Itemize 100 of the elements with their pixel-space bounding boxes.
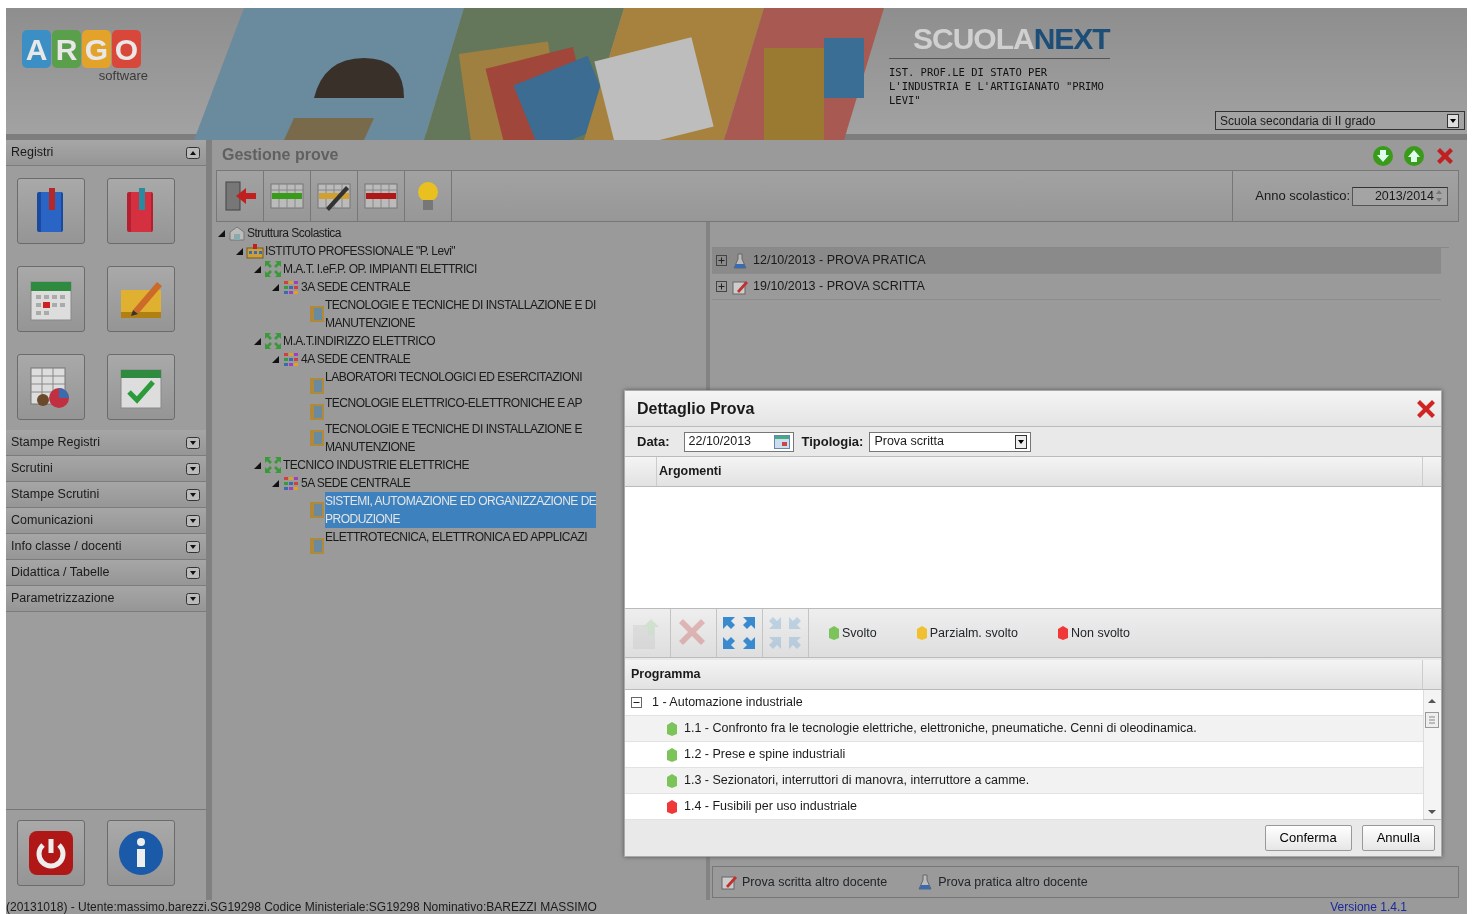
expand-icon[interactable]	[186, 566, 200, 579]
version-label: Versione 1.4.1	[1330, 900, 1407, 914]
program-row[interactable]: 1.4 - Fusibili per uso industriale	[625, 794, 1423, 820]
dialog-button[interactable]: Annulla	[1361, 825, 1435, 851]
legend-button[interactable]: Prova scritta altro docente	[721, 872, 888, 892]
school-type-select[interactable]: Scuola secondaria di II grado	[1215, 111, 1465, 130]
tree-item[interactable]: 5A SEDE CENTRALE	[301, 474, 411, 492]
flask-icon	[732, 252, 748, 269]
column-header: Argomenti	[659, 463, 722, 481]
expand-icon[interactable]	[186, 592, 200, 605]
sidebar-section-header[interactable]: Info classe / docenti	[6, 534, 206, 560]
sidebar-section-header[interactable]: Stampe Registri	[6, 430, 206, 456]
register-button[interactable]	[107, 354, 175, 420]
expand-icon[interactable]	[186, 462, 200, 475]
expanded-triangle-icon[interactable]	[236, 247, 243, 255]
register-button[interactable]	[17, 178, 85, 244]
tree-item[interactable]: TECNICO INDUSTRIE ELETTRICHE	[283, 456, 469, 474]
collapse-icon[interactable]	[186, 146, 200, 159]
spinner-arrows-icon	[1434, 188, 1444, 204]
page-title: Gestione prove	[222, 145, 339, 165]
tree-item[interactable]: ISTITUTO PROFESSIONALE "P. Levi"	[265, 242, 456, 260]
tree-item[interactable]: TECNOLOGIE E TECNICHE DI INSTALLAZIONE E DI MANUTENZIONE	[325, 296, 596, 332]
upload-button[interactable]	[1403, 143, 1426, 167]
binder-icon	[308, 376, 326, 394]
expand-icon[interactable]	[186, 540, 200, 553]
expand-icon[interactable]	[186, 436, 200, 449]
sidebar-section-header[interactable]: Stampe Scrutini	[6, 482, 206, 508]
building-icon	[228, 224, 246, 242]
color-grid-icon	[282, 350, 300, 368]
year-label: Anno scolastico:	[1255, 187, 1350, 206]
expanded-triangle-icon[interactable]	[272, 355, 279, 363]
collapse-icon[interactable]	[631, 697, 642, 708]
register-button[interactable]	[17, 354, 85, 420]
tree-item[interactable]: 4A SEDE CENTRALE	[301, 350, 411, 368]
notepad-pencil-icon	[721, 874, 737, 890]
color-grid-icon	[282, 474, 300, 492]
type-label: Tipologia:	[801, 432, 864, 451]
expand-arrows-icon	[721, 615, 757, 651]
school-building-icon	[246, 242, 264, 260]
tree-item[interactable]: M.A.T. I.eF.P. OP. IMPIANTI ELETTRICI	[283, 260, 477, 278]
collapse-arrows-icon	[767, 615, 803, 651]
tree-item[interactable]: ELETTROTECNICA, ELETTRONICA ED APPLICAZI	[325, 528, 588, 546]
expand-icon[interactable]	[716, 281, 727, 292]
register-button[interactable]	[107, 266, 175, 332]
register-button[interactable]	[17, 266, 85, 332]
status-filter-button[interactable]: Non svolto	[1056, 623, 1131, 643]
dialog-title: Dettaglio Prova	[637, 398, 755, 419]
year-spinner[interactable]: 2013/2014	[1352, 186, 1448, 206]
arrows-icon	[264, 456, 282, 474]
column-header: Programma	[631, 666, 701, 684]
color-grid-icon	[282, 278, 300, 296]
power-icon	[26, 829, 75, 877]
dialog-button[interactable]: Conferma	[1264, 825, 1352, 851]
status-filter-button[interactable]: Svolto	[827, 623, 877, 643]
binder-icon	[308, 500, 326, 518]
tree-item[interactable]: M.A.T.INDIRIZZO ELETTRICO	[283, 332, 436, 350]
type-select[interactable]: Prova scritta	[869, 431, 1032, 452]
binder-icon	[308, 304, 326, 322]
expanded-triangle-icon[interactable]	[254, 461, 261, 469]
legend-button[interactable]: Prova pratica altro docente	[917, 872, 1088, 892]
sidebar-section-header[interactable]: Scrutini	[6, 456, 206, 482]
binder-icon	[308, 536, 326, 554]
arrows-icon	[264, 260, 282, 278]
expanded-triangle-icon[interactable]	[272, 283, 279, 291]
sidebar-section-header[interactable]: Didattica / Tabelle	[6, 560, 206, 586]
expand-icon[interactable]	[186, 488, 200, 501]
status-text: (20131018) - Utente:massimo.barezzi.SG19298 Codice Ministeriale:SG19298 Nominativo:BAREZZI MASSIMO	[6, 900, 597, 914]
tree-item[interactable]: Struttura Scolastica	[247, 224, 342, 242]
info-icon	[116, 829, 165, 877]
expanded-triangle-icon[interactable]	[254, 265, 261, 273]
date-field[interactable]: 22/10/2013	[683, 431, 794, 452]
register-button[interactable]	[107, 178, 175, 244]
notepad-pencil-icon	[732, 278, 748, 295]
tree-item[interactable]: TECNOLOGIE E TECNICHE DI INSTALLAZIONE E MANUTENZIONE	[325, 420, 582, 456]
scrollbar[interactable]	[1423, 690, 1441, 819]
expanded-triangle-icon[interactable]	[254, 337, 261, 345]
tree-item[interactable]: TECNOLOGIE ELETTRICO-ELETTRONICHE E AP	[325, 394, 583, 412]
scroll-thumb-icon[interactable]	[1425, 712, 1439, 729]
expand-icon[interactable]	[716, 255, 727, 266]
sidebar-section-header[interactable]: Parametrizzazione	[6, 586, 206, 612]
logout-button[interactable]	[17, 820, 85, 886]
school-name: IST. PROF.LE DI STATO PER L'INDUSTRIA E L'ARTIGIANATO "PRIMO LEVI"	[889, 65, 1105, 107]
tree-item[interactable]: LABORATORI TECNOLOGICI ED ESERCITAZIONI	[325, 368, 582, 386]
tree-item[interactable]: 3A SEDE CENTRALE	[301, 278, 411, 296]
expanded-triangle-icon[interactable]	[272, 479, 279, 487]
date-label: Data:	[637, 432, 670, 451]
program-row[interactable]: 1.3 - Sezionatori, interruttori di manovra, interruttore a camme.	[625, 768, 1423, 794]
expand-icon[interactable]	[186, 514, 200, 527]
program-row[interactable]: 1.1 - Confronto fra le tecnologie elettriche, elettroniche, pneumatiche. Cenni di oleodinamica.	[625, 716, 1423, 742]
calendar-icon	[773, 434, 790, 449]
sidebar-section-header[interactable]: Registri	[6, 140, 206, 166]
binder-icon	[308, 428, 326, 446]
expanded-triangle-icon[interactable]	[218, 229, 225, 237]
flask-icon	[917, 874, 934, 890]
sidebar-section-header[interactable]: Comunicazioni	[6, 508, 206, 534]
download-button[interactable]	[1372, 143, 1395, 167]
status-filter-button[interactable]: Parzialm. svolto	[914, 623, 1018, 643]
info-button[interactable]	[107, 820, 175, 886]
test-row[interactable]: 19/10/2013 - PROVA SCRITTA	[712, 274, 1441, 300]
test-row[interactable]: 12/10/2013 - PROVA PRATICA	[712, 248, 1441, 274]
